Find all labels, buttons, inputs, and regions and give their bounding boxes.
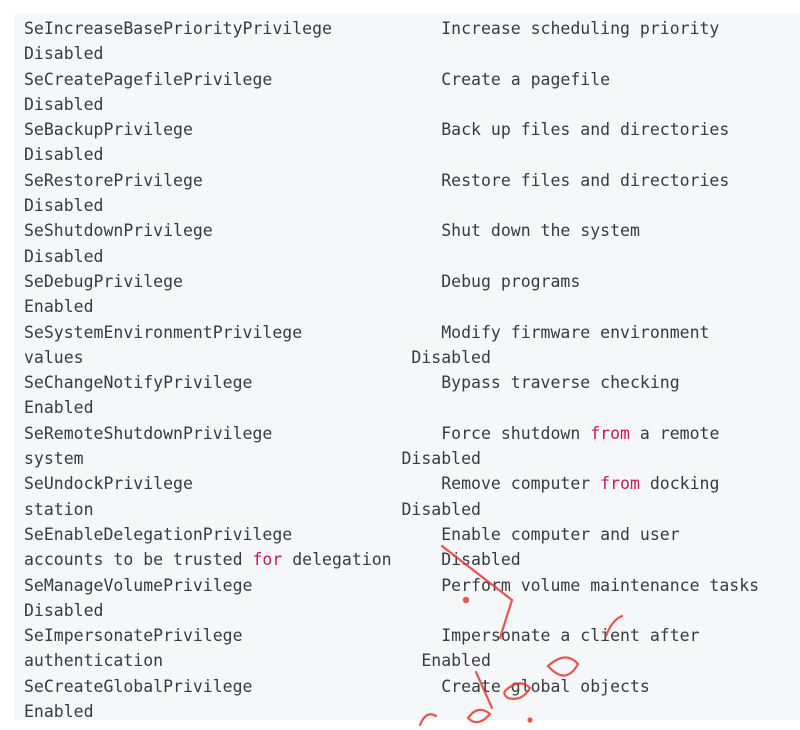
code-line: SeBackupPrivilege Back up files and dire… (24, 117, 759, 142)
text-token: SeRemoteShutdownPrivilege Force shutdown (24, 423, 591, 443)
code-line: SeDebugPrivilege Debug programs (24, 269, 759, 294)
text-token: Disabled (24, 600, 104, 620)
code-line: system Disabled (24, 446, 759, 471)
text-token: Disabled (24, 196, 104, 216)
text-token: SeManageVolumePrivilege Perform volume m… (24, 575, 760, 595)
code-line: SeIncreaseBasePriorityPrivilege Increase… (24, 16, 759, 41)
text-token: Enabled (24, 297, 94, 317)
code-line: Disabled (24, 598, 759, 623)
text-token: Disabled (24, 145, 104, 165)
code-line: Disabled (24, 41, 759, 66)
code-line: SeImpersonatePrivilege Impersonate a cli… (24, 623, 759, 648)
text-token: Enabled (24, 702, 94, 720)
text-token: SeRestorePrivilege Restore files and dir… (24, 170, 730, 190)
code-line: station Disabled (24, 497, 759, 522)
code-line: SeManageVolumePrivilege Perform volume m… (24, 573, 759, 598)
text-token: SeUndockPrivilege Remove computer (24, 474, 601, 494)
text-token: station Disabled (24, 499, 481, 519)
text-token: Disabled (24, 94, 104, 114)
text-token: SeIncreaseBasePriorityPrivilege Increase… (24, 19, 720, 38)
code-line: SeSystemEnvironmentPrivilege Modify firm… (24, 320, 759, 345)
text-token: values Disabled (24, 347, 491, 367)
text-token: SeChangeNotifyPrivilege Bypass traverse … (24, 373, 680, 393)
text-token: system Disabled (24, 449, 481, 469)
code-line: SeEnableDelegationPrivilege Enable compu… (24, 522, 759, 547)
code-line: SeRemoteShutdownPrivilege Force shutdown… (24, 421, 759, 446)
text-token: a remote (629, 423, 720, 443)
keyword-token: from (590, 423, 630, 443)
code-lines: SeIncreaseBasePriorityPrivilege Increase… (24, 16, 759, 720)
text-token: delegation Disabled (282, 550, 521, 570)
text-token: accounts to be trusted (24, 550, 253, 570)
text-token: SeDebugPrivilege Debug programs (24, 271, 581, 291)
text-token: SeShutdownPrivilege Shut down the system (24, 221, 640, 241)
code-block: SeIncreaseBasePriorityPrivilege Increase… (14, 14, 800, 720)
code-line: SeCreateGlobalPrivilege Create global ob… (24, 674, 759, 699)
text-token: Enabled (24, 398, 94, 418)
code-line: SeRestorePrivilege Restore files and dir… (24, 168, 759, 193)
code-line: Enabled (24, 294, 759, 319)
code-line: SeChangeNotifyPrivilege Bypass traverse … (24, 370, 759, 395)
code-line: Disabled (24, 92, 759, 117)
keyword-token: for (252, 550, 283, 570)
code-line: Disabled (24, 193, 759, 218)
text-token: SeCreatePagefilePrivilege Create a pagef… (24, 69, 611, 89)
code-line: values Disabled (24, 345, 759, 370)
text-token: authentication Enabled (24, 651, 491, 671)
text-token: SeEnableDelegationPrivilege Enable compu… (24, 524, 680, 544)
code-line: Disabled (24, 142, 759, 167)
code-line: Enabled (24, 395, 759, 420)
code-line: Enabled (24, 699, 759, 720)
code-line: authentication Enabled (24, 648, 759, 673)
text-token: SeImpersonatePrivilege Impersonate a cli… (24, 626, 700, 646)
text-token: SeSystemEnvironmentPrivilege Modify firm… (24, 322, 710, 342)
code-line: SeCreatePagefilePrivilege Create a pagef… (24, 67, 759, 92)
code-line: SeShutdownPrivilege Shut down the system (24, 218, 759, 243)
text-token: docking (639, 474, 720, 494)
text-token: SeCreateGlobalPrivilege Create global ob… (24, 676, 650, 696)
code-line: Disabled (24, 244, 759, 269)
keyword-token: from (600, 474, 640, 494)
code-line: SeUndockPrivilege Remove computer from d… (24, 471, 759, 496)
text-token: Disabled (24, 246, 104, 266)
text-token: Disabled (24, 44, 104, 64)
text-token: SeBackupPrivilege Back up files and dire… (24, 120, 730, 140)
code-line: accounts to be trusted for delegation Di… (24, 547, 759, 572)
